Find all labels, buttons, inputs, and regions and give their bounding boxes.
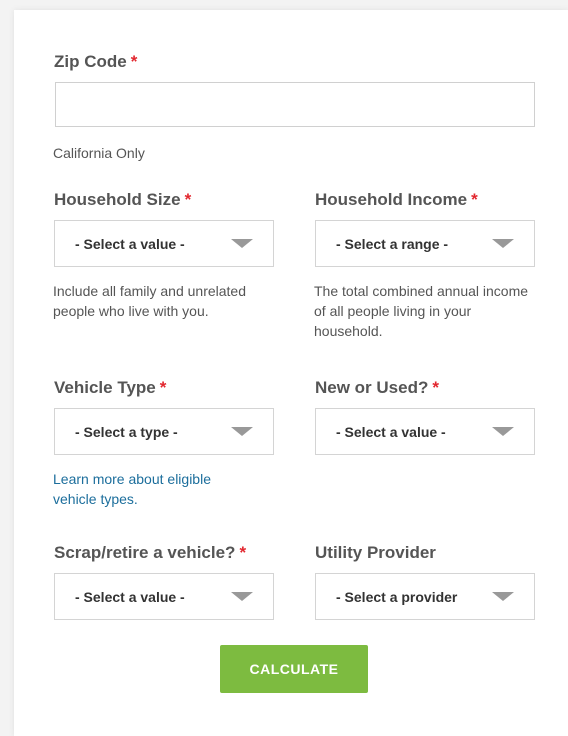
household-income-help: The total combined annual income of all … (314, 283, 529, 339)
vehicle-type-select[interactable]: - Select a type - (54, 408, 274, 455)
caret-down-icon (492, 239, 514, 248)
scrap-vehicle-label-text: Scrap/retire a vehicle? (54, 543, 236, 562)
utility-provider-select[interactable]: - Select a provider (315, 573, 535, 620)
zip-code-label: Zip Code * (54, 52, 137, 72)
required-mark: * (159, 378, 167, 397)
household-size-select[interactable]: - Select a value - (54, 220, 274, 267)
required-mark: * (471, 190, 478, 209)
required-mark: * (432, 378, 439, 397)
household-size-label-text: Household Size (54, 190, 181, 209)
household-size-label: Household Size * (54, 190, 191, 210)
required-mark: * (239, 543, 247, 562)
household-income-select[interactable]: - Select a range - (315, 220, 535, 267)
caret-down-icon (231, 427, 253, 436)
scrap-vehicle-label: Scrap/retire a vehicle? * (54, 543, 246, 563)
household-income-label-text: Household Income (315, 190, 468, 209)
eligible-vehicle-types-link[interactable]: Learn more about eligible vehicle types. (53, 469, 253, 509)
utility-provider-select-value: - Select a provider (336, 588, 458, 605)
new-or-used-label-text: New or Used? (315, 378, 429, 397)
scrap-vehicle-select[interactable]: - Select a value - (54, 573, 274, 620)
new-or-used-select-value: - Select a value - (336, 423, 446, 440)
caret-down-icon (231, 592, 253, 601)
zip-code-help: California Only (53, 145, 145, 161)
required-mark: * (184, 190, 192, 209)
vehicle-type-label: Vehicle Type * (54, 378, 166, 398)
utility-provider-label: Utility Provider (315, 543, 436, 563)
utility-provider-label-text: Utility Provider (315, 543, 436, 562)
household-size-select-value: - Select a value - (75, 235, 185, 252)
household-size-help: Include all family and unrelated people … (53, 283, 247, 319)
calculate-button[interactable]: CALCULATE (220, 645, 368, 693)
zip-code-label-text: Zip Code (54, 52, 127, 71)
vehicle-type-label-text: Vehicle Type (54, 378, 156, 397)
caret-down-icon (231, 239, 253, 248)
caret-down-icon (492, 427, 514, 436)
household-income-label: Household Income * (315, 190, 478, 210)
new-or-used-select[interactable]: - Select a value - (315, 408, 535, 455)
household-income-select-value: - Select a range - (336, 235, 449, 252)
new-or-used-label: New or Used? * (315, 378, 439, 398)
caret-down-icon (492, 592, 514, 601)
scrap-vehicle-select-value: - Select a value - (75, 588, 185, 605)
zip-code-input[interactable] (55, 82, 535, 127)
vehicle-type-select-value: - Select a type - (75, 423, 178, 440)
required-mark: * (130, 52, 138, 71)
